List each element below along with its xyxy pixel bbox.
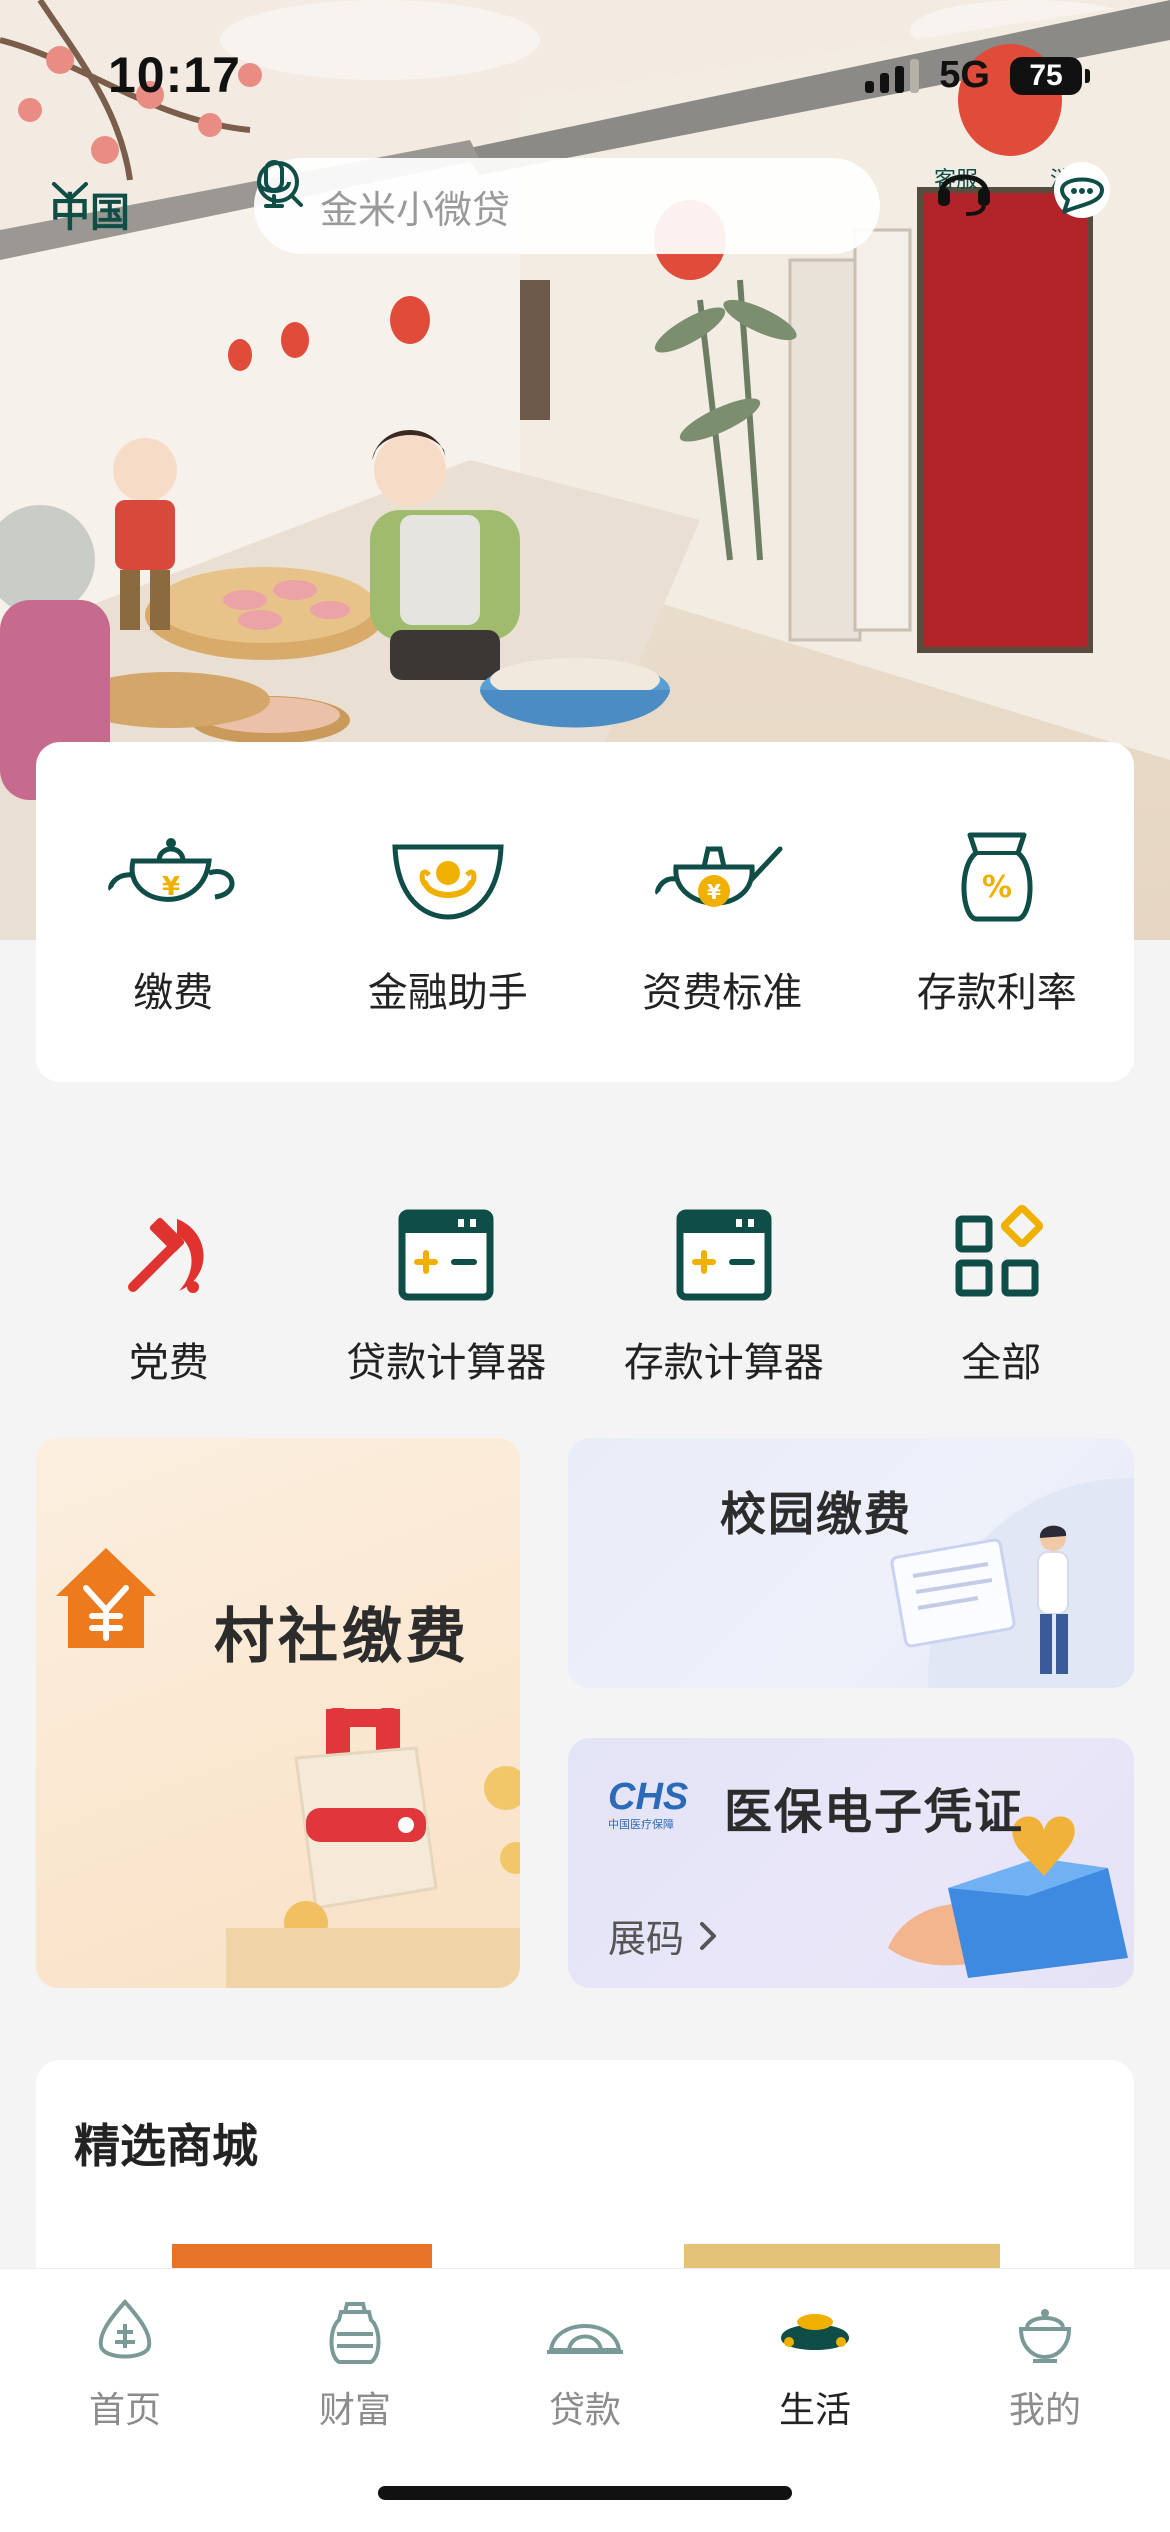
- service-label: 贷款计算器: [346, 1340, 547, 1386]
- show-code-link[interactable]: 展码: [608, 1908, 718, 1963]
- message-icon: [1054, 162, 1110, 218]
- percent-bag-icon: %: [961, 832, 1033, 922]
- service-loan-calculator[interactable]: 贷款计算器: [316, 1200, 576, 1400]
- calculator-icon: [676, 1209, 772, 1301]
- tab-label: 生活: [778, 2390, 851, 2431]
- tureen-icon: [1018, 2309, 1072, 2363]
- pouch-icon: [781, 2314, 849, 2350]
- tab-label: 贷款: [548, 2390, 621, 2431]
- quick-action-label: 存款利率: [916, 970, 1077, 1016]
- service-label: 全部: [961, 1340, 1042, 1386]
- show-code-label: 展码: [608, 1917, 685, 1961]
- promo-village-title: 村社缴费: [214, 1602, 470, 1672]
- svg-text:%: %: [982, 870, 1012, 905]
- service-label: 存款计算器: [623, 1340, 824, 1386]
- quick-action-deposit-rate[interactable]: % 存款利率: [872, 822, 1122, 1018]
- service-deposit-calculator[interactable]: 存款计算器: [594, 1200, 854, 1400]
- services-row: 党费 贷款计算器 存款计算器 全部: [0, 1200, 1170, 1400]
- quick-action-finance-assistant[interactable]: 金融助手: [323, 822, 573, 1018]
- search-bar[interactable]: 金米小微贷: [254, 158, 880, 254]
- svg-text:¥: ¥: [707, 880, 721, 904]
- promo-village-payment[interactable]: 村社缴费: [36, 1438, 520, 1988]
- battery-level: 75: [1010, 56, 1082, 95]
- arch-icon: [547, 2324, 623, 2354]
- service-party-fee[interactable]: 党费: [39, 1200, 299, 1400]
- calculator-icon: [398, 1209, 494, 1301]
- quick-action-label: 金融助手: [367, 970, 528, 1016]
- promo-medical-title: 医保电子凭证: [724, 1784, 1025, 1840]
- region-selector[interactable]: 中国: [50, 180, 130, 238]
- quick-action-label: 缴费: [133, 970, 214, 1016]
- teapot-yuan-icon: ¥: [108, 838, 235, 902]
- hammer-sickle-icon: [127, 1217, 204, 1293]
- home-indicator[interactable]: [378, 2486, 792, 2500]
- tab-mine[interactable]: 我的: [935, 2269, 1155, 2532]
- service-label: 党费: [128, 1340, 209, 1386]
- chs-logo-subtitle: 中国医疗保障: [608, 1818, 674, 1831]
- chs-logo-mark: CHS: [608, 1776, 689, 1818]
- grid-icon: [955, 1205, 1044, 1297]
- promo-campus-title: 校园缴费: [720, 1487, 912, 1541]
- jar-icon: [329, 2302, 381, 2364]
- quick-actions-card: ¥ 缴费 金融助手 ¥ 资费标准 % 存款利率: [36, 742, 1134, 1082]
- signal-icon: [865, 58, 920, 93]
- quick-action-payment[interactable]: ¥ 缴费: [48, 822, 298, 1018]
- featured-mall-title: 精选商城: [74, 2119, 258, 2173]
- home-drop-icon: [98, 2298, 152, 2359]
- messages-button[interactable]: 消息: [1050, 160, 1110, 218]
- microphone-icon[interactable]: [254, 158, 294, 210]
- tab-label: 我的: [1008, 2390, 1081, 2431]
- tab-label: 首页: [88, 2390, 161, 2431]
- headset-icon: [938, 174, 990, 216]
- customer-service-button[interactable]: 客服: [934, 160, 990, 216]
- promo-campus-payment[interactable]: 校园缴费: [568, 1438, 1134, 1688]
- status-time: 10:17: [108, 47, 241, 103]
- search-placeholder: 金米小微贷: [320, 187, 511, 232]
- kettle-yuan-icon: ¥: [655, 846, 783, 907]
- chevron-down-icon: [52, 182, 88, 201]
- service-all[interactable]: 全部: [871, 1200, 1131, 1400]
- tab-label: 财富: [318, 2390, 391, 2431]
- tab-home[interactable]: 首页: [15, 2269, 235, 2532]
- campus-payment-illustration: [890, 1478, 1134, 1688]
- promo-medical-insurance[interactable]: CHS 中国医疗保障 医保电子凭证 展码: [568, 1738, 1134, 1988]
- quick-action-label: 资费标准: [642, 970, 803, 1016]
- quick-action-fee-standard[interactable]: ¥ 资费标准: [597, 822, 847, 1018]
- chs-logo: CHS 中国医疗保障: [608, 1778, 688, 1832]
- village-payment-illustration: [56, 1548, 520, 1988]
- battery-icon: 75: [1010, 56, 1090, 95]
- network-type: 5G: [939, 54, 990, 96]
- svg-text:¥: ¥: [162, 872, 180, 902]
- bowl-hands-icon: [392, 844, 504, 920]
- status-indicators: 5G 75: [865, 54, 1090, 97]
- chevron-right-icon: [700, 1921, 717, 1950]
